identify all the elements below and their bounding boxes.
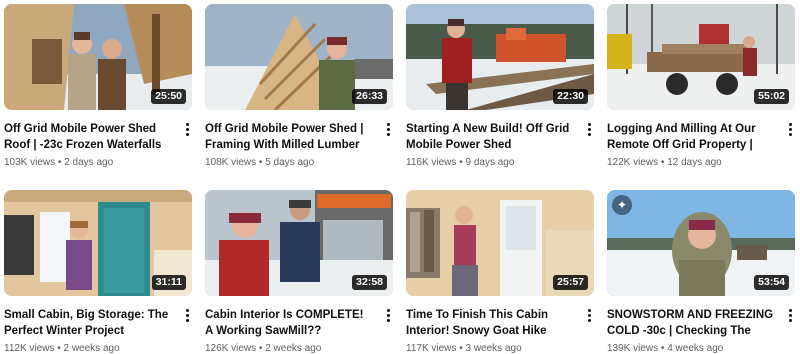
meta-separator: •	[459, 157, 463, 168]
video-title[interactable]: Off Grid Mobile Power Shed | Framing Wit…	[205, 121, 373, 153]
upload-age: 2 days ago	[64, 157, 114, 168]
video-card[interactable]: 26:33 Off Grid Mobile Power Shed | Frami…	[205, 4, 393, 168]
video-title[interactable]: Time To Finish This Cabin Interior! Snow…	[406, 307, 574, 339]
meta-separator: •	[57, 157, 62, 168]
video-meta: 117K views • 3 weeks ago	[406, 343, 522, 354]
video-thumbnail[interactable]: 25:50	[4, 4, 192, 110]
upload-age: 2 weeks ago	[265, 343, 322, 354]
video-title[interactable]: Logging And Milling At Our Remote Off Gr…	[607, 121, 775, 153]
view-count: 122K views	[607, 157, 659, 168]
view-count: 108K views	[205, 157, 257, 168]
view-count: 116K views	[406, 157, 457, 168]
video-thumbnail[interactable]: 25:57	[406, 190, 594, 296]
video-thumbnail[interactable]: ✦ 53:54	[607, 190, 795, 296]
video-duration: 25:50	[151, 89, 186, 104]
video-meta: 108K views • 5 days ago	[205, 157, 314, 168]
meta-separator: •	[57, 343, 61, 354]
meta-separator: •	[660, 157, 665, 168]
view-count: 139K views	[607, 343, 659, 354]
video-meta: 122K views • 12 days ago	[607, 157, 722, 168]
video-card[interactable]: 32:58 Cabin Interior Is COMPLETE! A Work…	[205, 190, 393, 354]
view-count: 103K views	[4, 157, 56, 168]
video-title[interactable]: Cabin Interior Is COMPLETE! A Working Sa…	[205, 307, 373, 339]
video-meta: 116K views • 9 days ago	[406, 157, 514, 168]
video-meta: 103K views • 2 days ago	[4, 157, 113, 168]
meta-separator: •	[660, 343, 665, 354]
video-card[interactable]: ✦ 53:54 SNOWSTORM AND FREEZING COLD -30c…	[607, 190, 795, 354]
meta-separator: •	[258, 343, 263, 354]
video-duration: 22:30	[553, 89, 588, 104]
video-card[interactable]: 25:50 Off Grid Mobile Power Shed Roof | …	[4, 4, 192, 168]
upload-age: 5 days ago	[265, 157, 315, 168]
more-vert-icon[interactable]	[180, 306, 194, 324]
video-title[interactable]: Off Grid Mobile Power Shed Roof | -23c F…	[4, 121, 172, 153]
video-meta: 112K views • 2 weeks ago	[4, 343, 120, 354]
video-meta: 126K views • 2 weeks ago	[205, 343, 321, 354]
video-title[interactable]: SNOWSTORM AND FREEZING COLD -30c | Check…	[607, 307, 775, 339]
video-duration: 53:54	[754, 275, 789, 290]
video-title[interactable]: Small Cabin, Big Storage: The Perfect Wi…	[4, 307, 172, 339]
upload-age: 12 days ago	[667, 157, 722, 168]
view-count: 126K views	[205, 343, 257, 354]
video-thumbnail[interactable]: 55:02	[607, 4, 795, 110]
upload-age: 2 weeks ago	[63, 343, 120, 354]
view-count: 112K views	[4, 343, 55, 354]
video-card[interactable]: 25:57 Time To Finish This Cabin Interior…	[406, 190, 594, 354]
video-card[interactable]: 31:11 Small Cabin, Big Storage: The Perf…	[4, 190, 192, 354]
sparkle-icon: ✦	[612, 195, 632, 215]
more-vert-icon[interactable]	[783, 120, 797, 138]
video-thumbnail[interactable]: 26:33	[205, 4, 393, 110]
video-duration: 25:57	[553, 275, 588, 290]
more-vert-icon[interactable]	[783, 306, 797, 324]
video-duration: 55:02	[754, 89, 789, 104]
view-count: 117K views	[406, 343, 457, 354]
upload-age: 3 weeks ago	[465, 343, 522, 354]
video-duration: 26:33	[352, 89, 387, 104]
upload-age: 4 weeks ago	[667, 343, 724, 354]
video-duration: 32:58	[352, 275, 387, 290]
more-vert-icon[interactable]	[582, 120, 596, 138]
video-thumbnail[interactable]: 31:11	[4, 190, 192, 296]
video-card[interactable]: 22:30 Starting A New Build! Off Grid Mob…	[406, 4, 594, 168]
video-meta: 139K views • 4 weeks ago	[607, 343, 723, 354]
video-grid: 25:50 Off Grid Mobile Power Shed Roof | …	[0, 0, 800, 354]
video-duration: 31:11	[151, 275, 186, 290]
meta-separator: •	[459, 343, 463, 354]
upload-age: 9 days ago	[465, 157, 515, 168]
video-title[interactable]: Starting A New Build! Off Grid Mobile Po…	[406, 121, 574, 153]
more-vert-icon[interactable]	[381, 306, 395, 324]
meta-separator: •	[258, 157, 263, 168]
more-vert-icon[interactable]	[180, 120, 194, 138]
video-thumbnail[interactable]: 22:30	[406, 4, 594, 110]
more-vert-icon[interactable]	[582, 306, 596, 324]
video-card[interactable]: 55:02 Logging And Milling At Our Remote …	[607, 4, 795, 168]
more-vert-icon[interactable]	[381, 120, 395, 138]
video-thumbnail[interactable]: 32:58	[205, 190, 393, 296]
